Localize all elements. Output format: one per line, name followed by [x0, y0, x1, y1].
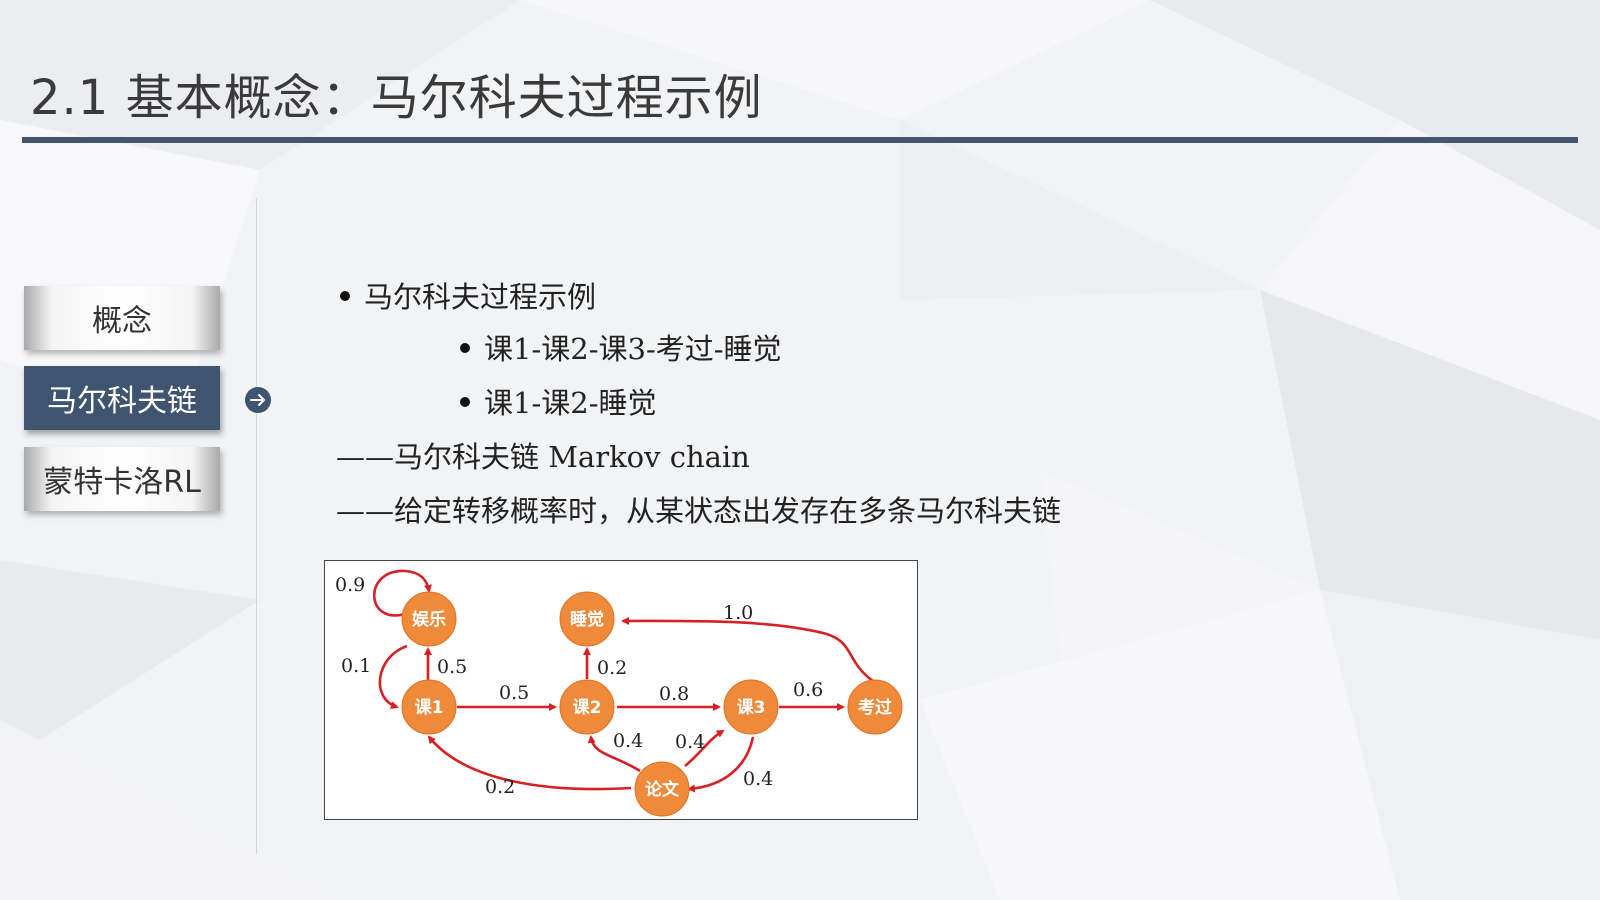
- note-line: ——马尔科夫链 Markov chain: [336, 440, 750, 474]
- node-ke3: 课3: [723, 679, 779, 735]
- nav-item-monte-carlo-rl[interactable]: 蒙特卡洛RL: [24, 447, 220, 511]
- markov-diagram: 0.9 0.1 0.5 0.5 0.2 0.8 0.6 1.0 0.4 0.4 …: [324, 560, 918, 820]
- nav-item-markov-chain[interactable]: 马尔科夫链: [24, 366, 220, 430]
- node-label: 考过: [857, 697, 892, 718]
- heading-text: 马尔科夫过程示例: [364, 280, 597, 314]
- example-text: 课1-课2-课3-考过-睡觉: [484, 332, 782, 366]
- prob-label: 0.4: [743, 768, 773, 790]
- nav-item-concept[interactable]: 概念: [24, 286, 220, 350]
- node-label: 课1: [415, 698, 444, 718]
- prob-label: 0.4: [675, 731, 705, 753]
- sidebar-divider: [256, 198, 257, 854]
- prob-label: 0.5: [499, 682, 529, 704]
- prob-label: 0.5: [437, 656, 467, 678]
- prob-label: 0.2: [485, 776, 515, 798]
- node-label: 课2: [573, 698, 602, 718]
- node-kaoguo: 考过: [847, 679, 903, 735]
- example-item: 课1-课2-课3-考过-睡觉: [460, 326, 782, 368]
- slide-title: 2.1 基本概念：马尔科夫过程示例: [30, 70, 763, 126]
- prob-label: 0.6: [793, 679, 823, 701]
- example-text: 课1-课2-睡觉: [484, 386, 657, 420]
- bullet-icon: [340, 291, 350, 301]
- node-label: 睡觉: [570, 609, 604, 630]
- title-underline: [22, 137, 1578, 143]
- prob-label: 0.1: [341, 655, 371, 677]
- node-label: 娱乐: [412, 609, 446, 630]
- node-ke1: 课1: [401, 679, 457, 735]
- edge-kaoguo-shuijiao: [621, 616, 874, 683]
- node-label: 课3: [737, 698, 766, 718]
- edge-yule-ke1: [378, 644, 408, 710]
- prob-label: 0.2: [597, 657, 627, 679]
- bullet-icon: [460, 397, 470, 407]
- note-line: ——给定转移概率时，从某状态出发存在多条马尔科夫链: [336, 494, 1062, 528]
- edge-lunwen-ke1: [427, 735, 632, 791]
- example-item: 课1-课2-睡觉: [460, 380, 657, 422]
- node-label: 论文: [645, 779, 680, 800]
- node-yule: 娱乐: [401, 591, 457, 647]
- node-ke2: 课2: [559, 679, 615, 735]
- prob-label: 0.9: [335, 574, 365, 596]
- node-lunwen: 论文: [634, 761, 690, 817]
- bullet-icon: [460, 343, 470, 353]
- prob-label: 0.8: [659, 683, 689, 705]
- node-shuijiao: 睡觉: [559, 591, 615, 647]
- prob-label: 1.0: [723, 602, 753, 624]
- bullet-heading: 马尔科夫过程示例: [340, 274, 596, 316]
- prob-label: 0.4: [613, 730, 643, 752]
- arrow-right-circle-icon[interactable]: [244, 386, 272, 414]
